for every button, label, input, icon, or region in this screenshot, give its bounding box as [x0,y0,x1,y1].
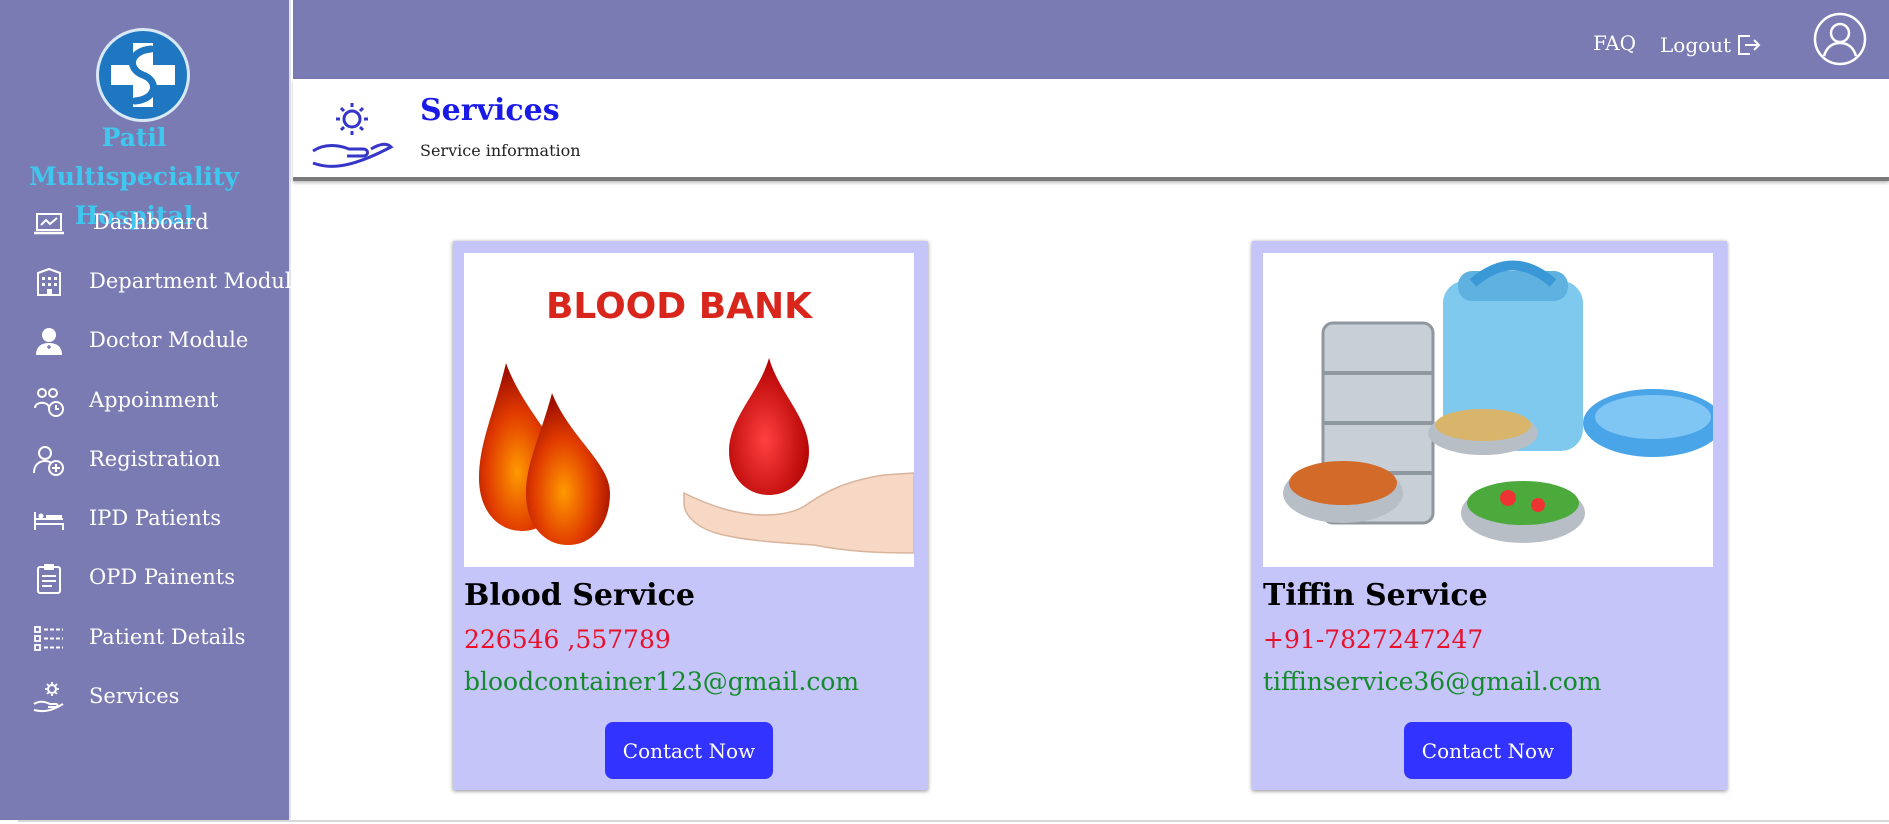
gear-hand-icon [33,682,64,713]
service-email: bloodcontainer123@gmail.com [464,667,860,696]
sidebar-item-label: Dashboard [93,210,209,234]
page-subtitle: Service information [420,141,581,160]
sidebar-item-label: Department Module [89,269,304,293]
sidebar-item-services[interactable]: Services [0,675,291,719]
sidebar-item-label: Services [89,684,180,708]
logout-button[interactable]: Logout [1660,31,1762,59]
building-icon [37,267,61,296]
list-icon [34,626,63,651]
tiffin-illustration [1283,260,1713,543]
service-card-blood: BLOOD BANK Blood Service 226546 ,557789 … [453,241,928,790]
user-add-icon [33,446,64,476]
hospital-logo [96,28,190,122]
appointment-icon [34,388,64,417]
service-card-tiffin: Tiffin Service +91-7827247247 tiffinserv… [1252,241,1727,790]
sidebar-item-opd-painents[interactable]: OPD Painents [0,556,291,600]
sidebar-item-appoinment[interactable]: Appoinment [0,379,291,423]
sidebar-item-ipd-patients[interactable]: IPD Patients [0,497,291,541]
sidebar-item-label: Registration [89,447,221,471]
tiffin-image [1263,253,1713,567]
services-gear-hand-icon [312,103,394,168]
page-header: Services Service information [293,79,1889,181]
logout-icon [1738,35,1761,55]
service-email: tiffinservice36@gmail.com [1263,667,1602,696]
sidebar-item-label: Patient Details [89,625,246,649]
sidebar-item-label: OPD Painents [89,565,235,589]
sidebar-item-dashboard[interactable]: Dashboard [0,201,291,245]
page-title: Services [420,93,560,128]
footer-divider [18,820,1889,822]
laptop-chart-icon [34,213,64,235]
doctor-icon [36,328,62,355]
blood-bank-illustration: BLOOD BANK [479,286,914,554]
sidebar-item-label: Appoinment [89,388,219,412]
service-phone: 226546 ,557789 [464,625,671,654]
service-title: Tiffin Service [1263,578,1488,613]
sidebar-item-label: Doctor Module [89,328,249,352]
bed-icon [34,512,64,530]
sidebar-item-patient-details[interactable]: Patient Details [0,616,291,660]
sidebar-item-doctor-module[interactable]: Doctor Module [0,319,291,363]
top-bar [293,0,1889,79]
service-phone: +91-7827247247 [1263,625,1484,654]
user-avatar-icon[interactable] [1813,12,1867,66]
clipboard-icon [37,564,61,594]
sidebar-item-registration[interactable]: Registration [0,438,291,482]
hospital-logo-icon [111,43,175,107]
faq-link[interactable]: FAQ [1593,31,1636,55]
blood-bank-image-text: BLOOD BANK [546,286,813,327]
service-title: Blood Service [464,578,695,613]
sidebar-item-department-module[interactable]: Department Module [0,260,304,304]
sidebar-item-label: IPD Patients [89,506,221,530]
contact-now-button[interactable]: Contact Now [605,722,773,779]
sidebar: Patil Multispeciality Hospital Dashboard… [0,0,304,820]
logout-label: Logout [1660,33,1732,57]
contact-now-button[interactable]: Contact Now [1404,722,1572,779]
blood-bank-image: BLOOD BANK [464,253,914,567]
